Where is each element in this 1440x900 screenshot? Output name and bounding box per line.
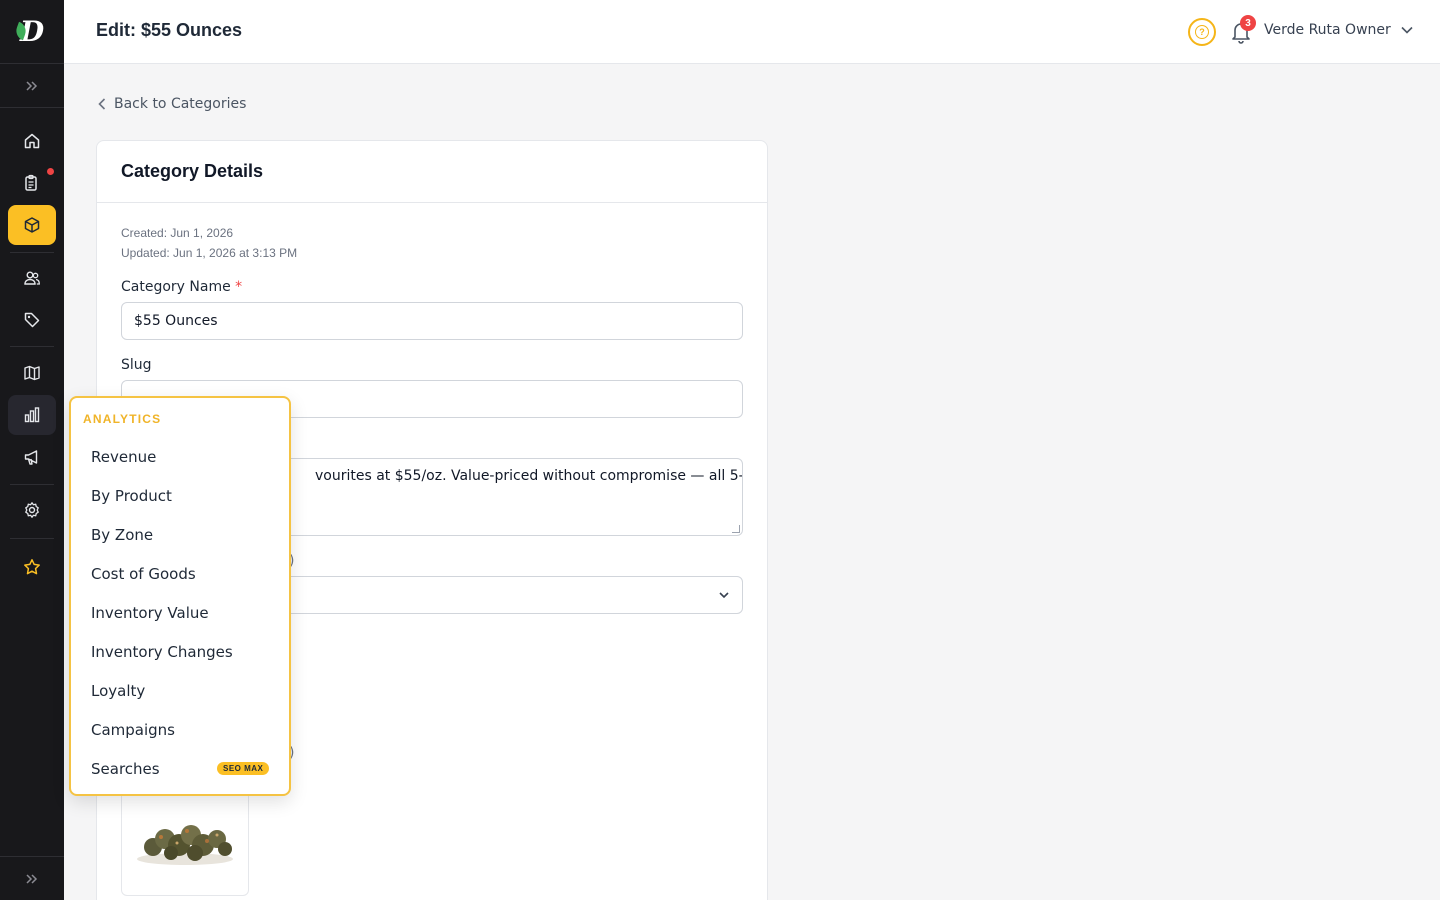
updated-date: Updated: Jun 1, 2026 at 3:13 PM bbox=[121, 246, 298, 260]
nav-products[interactable] bbox=[8, 205, 56, 245]
gear-icon bbox=[25, 502, 39, 518]
flyout-heading: ANALYTICS bbox=[83, 412, 162, 426]
slug-label: Slug bbox=[121, 357, 152, 373]
user-name: Verde Ruta Owner bbox=[1264, 22, 1391, 38]
box-icon bbox=[24, 217, 40, 233]
description-text: vourites at $55/oz. Value-priced without… bbox=[315, 468, 743, 484]
double-chevron-right-icon bbox=[26, 80, 38, 91]
flyout-item-revenue[interactable]: Revenue bbox=[91, 448, 156, 466]
help-icon: ? bbox=[1195, 25, 1209, 39]
flyout-item-inventory-value[interactable]: Inventory Value bbox=[91, 604, 209, 622]
nav-zones[interactable] bbox=[8, 353, 56, 393]
nav-orders[interactable] bbox=[8, 163, 56, 203]
nav-analytics[interactable] bbox=[8, 395, 56, 435]
flyout-item-inventory-changes[interactable]: Inventory Changes bbox=[91, 643, 233, 661]
resize-handle[interactable] bbox=[732, 525, 740, 533]
flyout-item-by-product[interactable]: By Product bbox=[91, 487, 172, 505]
back-to-categories-link[interactable]: Back to Categories bbox=[98, 96, 246, 112]
users-icon bbox=[24, 271, 40, 285]
flyout-item-cost-of-goods[interactable]: Cost of Goods bbox=[91, 565, 196, 583]
seo-max-badge: SEO MAX bbox=[217, 762, 270, 775]
app-logo[interactable]: D bbox=[0, 0, 64, 64]
logo-mark: D bbox=[13, 15, 44, 48]
sidebar: D bbox=[0, 0, 64, 900]
double-chevron-right-icon bbox=[26, 873, 38, 884]
back-link-label: Back to Categories bbox=[114, 96, 247, 112]
notification-badge: 3 bbox=[1240, 15, 1256, 31]
card-title: Category Details bbox=[121, 161, 264, 181]
flyout-item-by-zone[interactable]: By Zone bbox=[91, 526, 153, 544]
map-icon bbox=[24, 365, 40, 381]
flyout-item-searches[interactable]: Searches bbox=[91, 760, 160, 778]
category-image-thumbnail[interactable] bbox=[121, 781, 249, 896]
top-bar: Edit: $55 Ounces ? 3 Verde Ruta Owner bbox=[64, 0, 1440, 64]
nav-settings[interactable] bbox=[8, 490, 56, 530]
orders-alert-dot bbox=[47, 168, 54, 175]
bar-chart-icon bbox=[24, 407, 40, 423]
user-menu[interactable]: Verde Ruta Owner bbox=[1264, 22, 1413, 38]
created-date: Created: Jun 1, 2026 bbox=[121, 226, 234, 240]
nav-favorites[interactable] bbox=[8, 547, 56, 587]
megaphone-icon bbox=[24, 450, 38, 465]
notifications-button[interactable]: 3 bbox=[1230, 15, 1256, 44]
chevron-down-icon bbox=[719, 592, 729, 599]
nav-customers[interactable] bbox=[8, 258, 56, 298]
category-name-input[interactable]: $55 Ounces bbox=[121, 302, 743, 340]
analytics-flyout-menu: ANALYTICS Revenue By Product By Zone Cos… bbox=[69, 396, 291, 796]
expand-sidebar-button[interactable] bbox=[0, 64, 64, 108]
category-name-label: Category Name * bbox=[121, 279, 242, 295]
product-image bbox=[137, 824, 233, 865]
card-header: Category Details bbox=[97, 141, 767, 203]
flyout-item-campaigns[interactable]: Campaigns bbox=[91, 721, 175, 739]
category-name-label-text: Category Name bbox=[121, 279, 231, 295]
collapse-toggle-button[interactable] bbox=[0, 856, 64, 900]
help-button[interactable]: ? bbox=[1188, 18, 1216, 46]
page-title: Edit: $55 Ounces bbox=[96, 20, 243, 40]
nav-home[interactable] bbox=[8, 121, 56, 161]
flyout-item-loyalty[interactable]: Loyalty bbox=[91, 682, 145, 700]
required-asterisk: * bbox=[235, 279, 243, 295]
clipboard-icon bbox=[25, 174, 37, 191]
nav-marketing[interactable] bbox=[8, 437, 56, 477]
nav-promotions[interactable] bbox=[8, 300, 56, 340]
chevron-down-icon bbox=[1401, 26, 1413, 34]
tag-icon bbox=[24, 312, 40, 328]
home-icon bbox=[24, 133, 40, 149]
star-icon bbox=[24, 559, 40, 575]
chevron-left-icon bbox=[98, 98, 106, 110]
